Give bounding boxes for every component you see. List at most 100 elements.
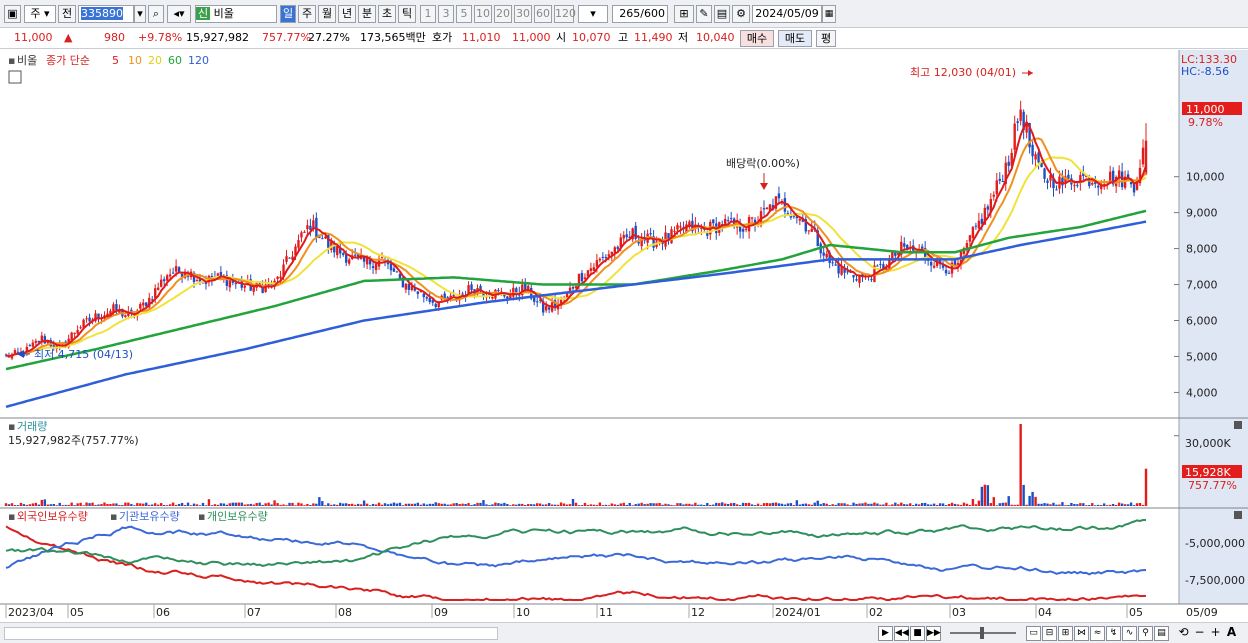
individual-legend[interactable]: 개인보유수량: [207, 510, 268, 523]
tool2-icon[interactable]: ⋈: [1074, 626, 1089, 641]
layout-icon[interactable]: ⊟: [1042, 626, 1057, 641]
volume-bar: [759, 505, 763, 506]
tool6-icon[interactable]: ⚲: [1138, 626, 1153, 641]
market-select[interactable]: 주 ▾: [24, 5, 56, 23]
sell-button[interactable]: 매도: [778, 30, 812, 47]
volume-bar: [434, 502, 437, 506]
volume-bar: [503, 502, 506, 506]
sound-icon[interactable]: ◂▾: [167, 5, 191, 23]
period-year-button[interactable]: 년: [338, 5, 356, 23]
min-3-button[interactable]: 3: [438, 5, 454, 23]
volume-bar: [416, 502, 420, 506]
play-icon[interactable]: ▶: [878, 626, 893, 641]
date-field[interactable]: 2024/05/09: [752, 5, 822, 23]
window-icon[interactable]: ▣: [4, 5, 21, 23]
min-120-button[interactable]: 120: [554, 5, 576, 23]
min-20-button[interactable]: 20: [494, 5, 512, 23]
volume-bar: [198, 505, 202, 506]
volume-bar: [518, 503, 521, 506]
min-1-button[interactable]: 1: [420, 5, 436, 23]
volume-close-icon[interactable]: [1234, 421, 1242, 429]
eval-button[interactable]: 평: [816, 30, 836, 47]
candle-body: [165, 275, 169, 281]
rewind-icon[interactable]: ◀◀: [894, 626, 909, 641]
min-10-button[interactable]: 10: [474, 5, 492, 23]
volume-bar: [1091, 503, 1094, 506]
legend-ma60[interactable]: 60: [168, 54, 182, 67]
volume-bar: [521, 503, 524, 506]
volume-bar: [592, 504, 596, 506]
period-month-button[interactable]: 월: [318, 5, 336, 23]
volume-bar: [524, 504, 527, 506]
volume-bar: [595, 505, 599, 506]
period-day-button[interactable]: 일: [280, 5, 296, 23]
volume-bar: [822, 503, 825, 506]
volume-bar: [712, 504, 715, 506]
code-input[interactable]: 335890: [78, 5, 134, 23]
volume-bar: [43, 499, 46, 506]
candle-body: [807, 230, 810, 232]
tool5-icon[interactable]: ∿: [1122, 626, 1137, 641]
rotate-icon[interactable]: ⟲: [1176, 626, 1191, 641]
min-60-button[interactable]: 60: [534, 5, 552, 23]
stock-chart[interactable]: 4,000 5,000 6,000 7,000 8,000 9,000 10,000 ▪ 비…: [0, 50, 1248, 622]
candle-body: [744, 228, 748, 230]
stock-name-field[interactable]: 신 비올: [195, 5, 277, 23]
legend-ma5[interactable]: 5: [112, 54, 119, 67]
zoom-slider-handle[interactable]: [980, 627, 984, 639]
print-icon[interactable]: ▤: [1154, 626, 1169, 641]
candle-body: [903, 243, 906, 247]
foreign-legend[interactable]: 외국인보유수량: [17, 510, 88, 523]
scrollbar-track[interactable]: [4, 627, 498, 640]
min-30-button[interactable]: 30: [514, 5, 532, 23]
forward-icon[interactable]: ▶▶: [926, 626, 941, 641]
volume-bar: [312, 503, 315, 506]
candle-body: [944, 269, 948, 274]
period-week-button[interactable]: 주: [298, 5, 316, 23]
prefix-button[interactable]: 전: [58, 5, 76, 23]
legend-stock[interactable]: 비올: [17, 54, 37, 67]
buy-button[interactable]: 매수: [740, 30, 774, 47]
period-minute-button[interactable]: 분: [358, 5, 376, 23]
hc-label: HC:-8.56: [1181, 65, 1229, 78]
chart-type-icon[interactable]: ⊞: [674, 5, 694, 23]
plus-icon[interactable]: +: [1208, 626, 1223, 641]
volume-bar: [174, 504, 178, 506]
period-tick-button[interactable]: 틱: [398, 5, 416, 23]
institution-legend[interactable]: 기관보유수량: [119, 510, 180, 523]
legend-ma120[interactable]: 120: [188, 54, 209, 67]
period-second-button[interactable]: 초: [378, 5, 396, 23]
count-field[interactable]: 265/600: [612, 5, 668, 23]
minus-icon[interactable]: −: [1192, 626, 1207, 641]
legend-ma20[interactable]: 20: [148, 54, 162, 67]
candle-body: [595, 260, 599, 267]
volume-bar: [658, 502, 661, 506]
text-size-icon[interactable]: A: [1224, 626, 1239, 641]
volume-bar: [494, 502, 497, 506]
candle-body: [195, 280, 199, 282]
stop-icon[interactable]: ■: [910, 626, 925, 641]
tool1-icon[interactable]: ⊞: [1058, 626, 1073, 641]
volume-bar: [1049, 504, 1052, 506]
legend-ma10[interactable]: 10: [128, 54, 142, 67]
volume-bar: [264, 503, 267, 506]
stock-name: 비올: [213, 7, 234, 20]
tool3-icon[interactable]: ≈: [1090, 626, 1105, 641]
zoom-in-icon[interactable]: ▭: [1026, 626, 1041, 641]
holdings-close-icon[interactable]: [1234, 511, 1242, 519]
search-icon[interactable]: ⌕: [148, 5, 164, 23]
draw-tool-icon[interactable]: ✎: [696, 5, 712, 23]
save-icon[interactable]: ▤: [714, 5, 730, 23]
volume-bar: [1126, 504, 1130, 506]
volume-bar: [715, 502, 718, 506]
tool4-icon[interactable]: ↯: [1106, 626, 1121, 641]
interval-select[interactable]: ▾: [578, 5, 608, 23]
gear-icon[interactable]: ⚙: [732, 5, 750, 23]
volume-bar: [697, 504, 700, 506]
volume-value: 15,927,982: [186, 31, 249, 44]
calendar-icon[interactable]: ▦: [822, 5, 836, 23]
candle-body: [404, 283, 408, 290]
min-5-button[interactable]: 5: [456, 5, 472, 23]
code-dropdown-icon[interactable]: ▾: [134, 5, 146, 23]
grid-toggle-icon[interactable]: [8, 70, 22, 84]
